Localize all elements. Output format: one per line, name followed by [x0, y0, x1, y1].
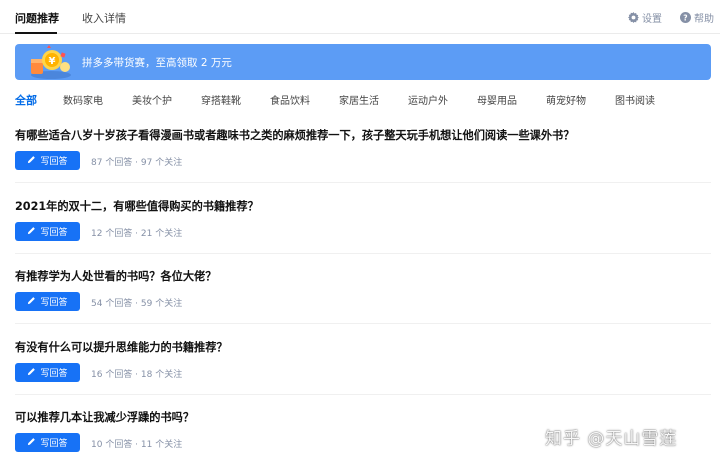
- category-home[interactable]: 家居生活: [339, 92, 379, 107]
- divider: [15, 323, 711, 324]
- category-digital[interactable]: 数码家电: [63, 92, 103, 107]
- write-answer-button[interactable]: 写回答: [15, 292, 80, 311]
- tab-income-details[interactable]: 收入详情: [82, 10, 126, 26]
- category-all[interactable]: 全部: [15, 92, 37, 108]
- pencil-icon: [27, 367, 36, 379]
- active-tab-indicator: [15, 32, 57, 34]
- question-title[interactable]: 可以推荐几本让我减少浮躁的书吗？: [15, 409, 194, 425]
- write-answer-label: 写回答: [40, 157, 68, 167]
- svg-text:?: ?: [683, 13, 687, 22]
- question-stats: 54 个回答 · 59 个关注: [91, 299, 183, 309]
- write-answer-button[interactable]: 写回答: [15, 433, 80, 452]
- category-fashion[interactable]: 穿搭鞋靴: [201, 92, 241, 107]
- settings-label: 设置: [642, 14, 662, 25]
- banner-text: 拼多多带货赛，至高领取 2 万元: [82, 57, 232, 69]
- pencil-icon: [27, 296, 36, 308]
- question-title[interactable]: 有哪些适合八岁十岁孩子看得漫画书或者趣味书之类的麻烦推荐一下，孩子整天玩手机想让…: [15, 127, 574, 143]
- svg-text:¥: ¥: [49, 56, 56, 67]
- category-baby[interactable]: 母婴用品: [477, 92, 517, 107]
- write-answer-button[interactable]: 写回答: [15, 151, 80, 170]
- trophy-illustration-icon: ¥: [25, 45, 75, 80]
- category-sports[interactable]: 运动户外: [408, 92, 448, 107]
- divider: [15, 182, 711, 183]
- watermark-text: 知乎 @天山雪莲: [545, 429, 678, 449]
- help-button[interactable]: ? 帮助: [680, 10, 714, 25]
- question-stats: 87 个回答 · 97 个关注: [91, 158, 183, 168]
- help-icon: ?: [680, 12, 691, 23]
- tab-question-recommend[interactable]: 问题推荐: [15, 10, 59, 26]
- gear-icon: [628, 12, 639, 23]
- divider: [15, 253, 711, 254]
- write-answer-label: 写回答: [40, 439, 68, 449]
- divider: [15, 394, 711, 395]
- settings-button[interactable]: 设置: [628, 10, 662, 25]
- write-answer-button[interactable]: 写回答: [15, 363, 80, 382]
- pencil-icon: [27, 437, 36, 449]
- question-stats: 10 个回答 · 11 个关注: [91, 440, 183, 450]
- category-beauty[interactable]: 美妆个护: [132, 92, 172, 107]
- pencil-icon: [27, 226, 36, 238]
- question-title[interactable]: 2021年的双十二，有哪些值得购买的书籍推荐？: [15, 198, 259, 214]
- category-tabs: 全部 数码家电 美妆个护 穿搭鞋靴 食品饮料 家居生活 运动户外 母婴用品 萌宠…: [15, 92, 711, 114]
- help-label: 帮助: [694, 14, 714, 25]
- write-answer-label: 写回答: [40, 369, 68, 379]
- category-books[interactable]: 图书阅读: [615, 92, 655, 107]
- top-nav: 问题推荐 收入详情 设置 ? 帮助: [0, 0, 720, 34]
- promo-banner[interactable]: ¥ 拼多多带货赛，至高领取 2 万元: [15, 44, 711, 80]
- question-stats: 16 个回答 · 18 个关注: [91, 370, 183, 380]
- category-food[interactable]: 食品饮料: [270, 92, 310, 107]
- write-answer-label: 写回答: [40, 228, 68, 238]
- pencil-icon: [27, 155, 36, 167]
- write-answer-label: 写回答: [40, 298, 68, 308]
- question-title[interactable]: 有推荐学为人处世看的书吗？各位大佬？: [15, 268, 216, 284]
- category-pets[interactable]: 萌宠好物: [546, 92, 586, 107]
- question-title[interactable]: 有没有什么可以提升思维能力的书籍推荐？: [15, 339, 228, 355]
- write-answer-button[interactable]: 写回答: [15, 222, 80, 241]
- question-stats: 12 个回答 · 21 个关注: [91, 229, 183, 239]
